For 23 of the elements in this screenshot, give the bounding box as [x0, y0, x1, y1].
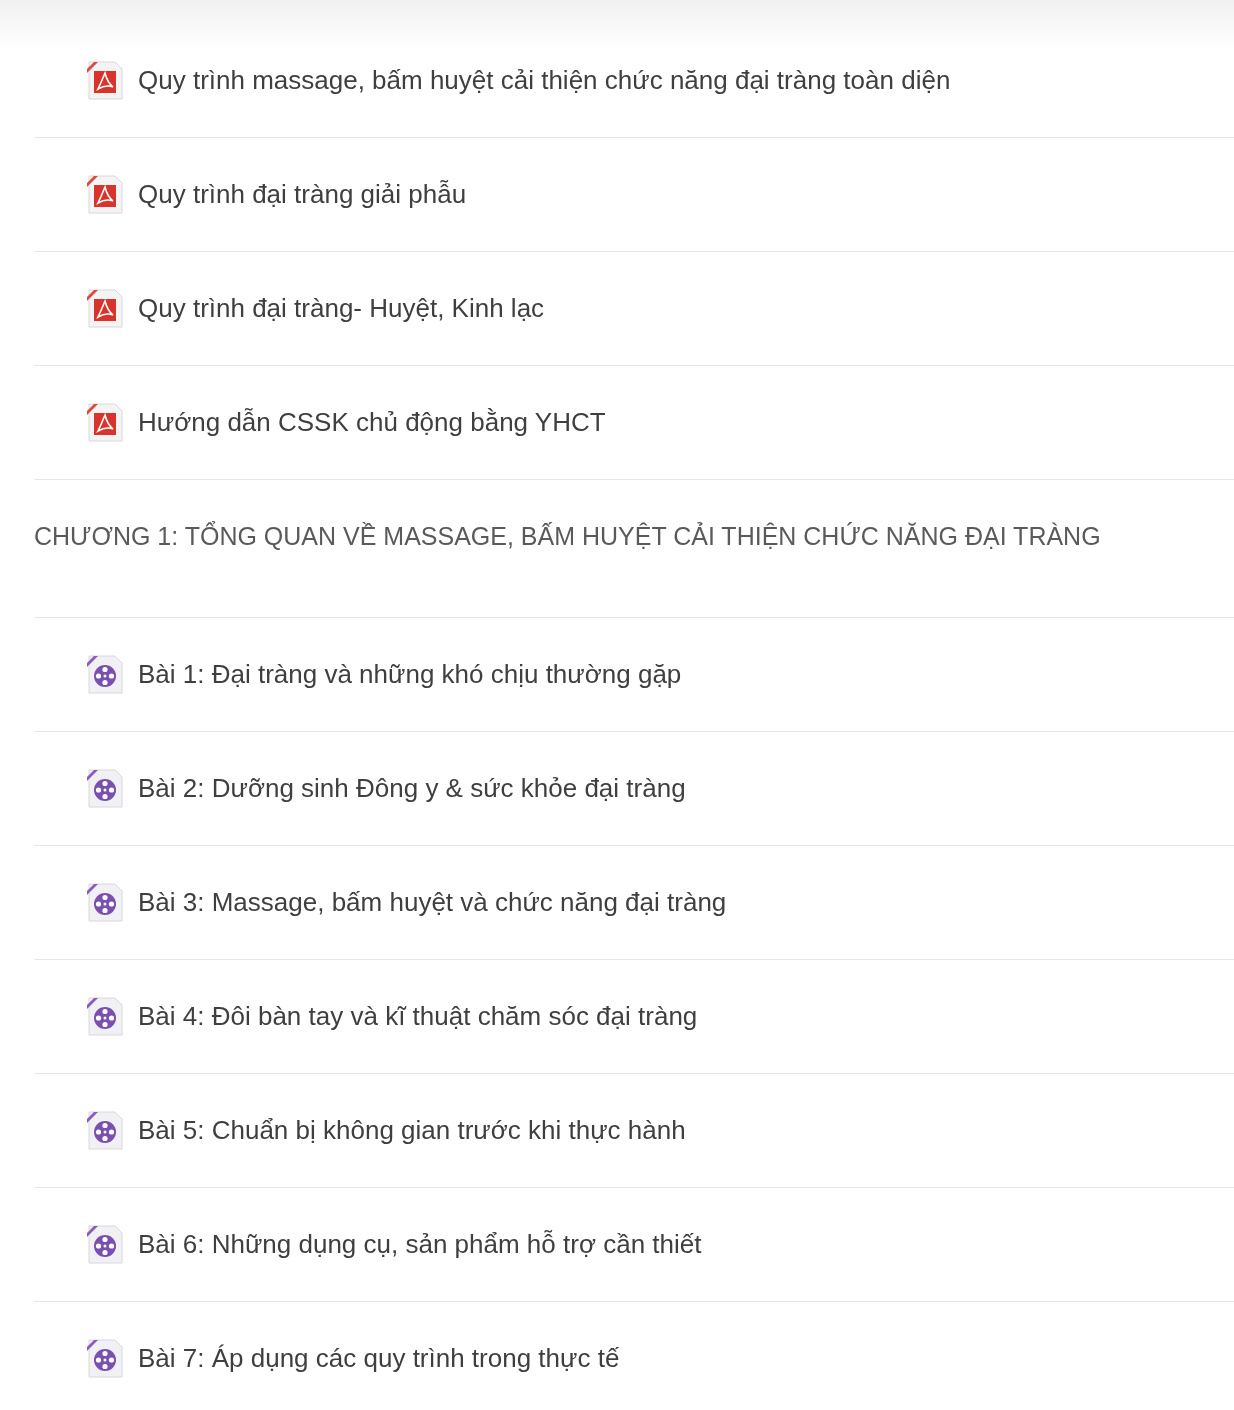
lesson-link[interactable]: Bài 2: Dưỡng sinh Đông y & sức khỏe đại tràng	[138, 769, 686, 808]
lesson-link[interactable]: Bài 5: Chuẩn bị không gian trước khi thực hành	[138, 1111, 686, 1150]
lesson-link[interactable]: Bài 6: Những dụng cụ, sản phẩm hỗ trợ cần thiết	[138, 1225, 702, 1264]
pdf-file-icon	[86, 288, 124, 329]
video-file-icon	[86, 654, 124, 695]
lesson-link[interactable]: Bài 1: Đại tràng và những khó chịu thường gặp	[138, 655, 682, 694]
video-file-icon	[86, 1224, 124, 1265]
video-file-icon	[86, 996, 124, 1037]
pdf-file-icon	[86, 402, 124, 443]
chapter-heading: CHƯƠNG 1: TỔNG QUAN VỀ MASSAGE, BẤM HUYỆT CẢI THIỆN CHỨC NĂNG ĐẠI TRÀNG	[34, 522, 1101, 550]
lesson-link[interactable]: Bài 4: Đôi bàn tay và kĩ thuật chăm sóc đại tràng	[138, 997, 698, 1036]
video-file-icon	[86, 1110, 124, 1151]
lesson-link[interactable]: Quy trình đại tràng- Huyệt, Kinh lạc	[138, 289, 545, 328]
video-file-icon	[86, 882, 124, 923]
lesson-link[interactable]: Bài 7: Áp dụng các quy trình trong thực tế	[138, 1339, 620, 1378]
lesson-link[interactable]: Bài 3: Massage, bấm huyệt và chức năng đại tràng	[138, 883, 727, 922]
lesson-link[interactable]: Quy trình đại tràng giải phẫu	[138, 175, 467, 214]
lesson-link[interactable]: Hướng dẫn CSSK chủ động bằng YHCT	[138, 403, 606, 442]
video-file-icon	[86, 1338, 124, 1379]
lesson-link[interactable]: Quy trình massage, bấm huyệt cải thiện chức năng đại tràng toàn diện	[138, 61, 951, 100]
pdf-file-icon	[86, 174, 124, 215]
video-file-icon	[86, 768, 124, 809]
pdf-file-icon	[86, 60, 124, 101]
